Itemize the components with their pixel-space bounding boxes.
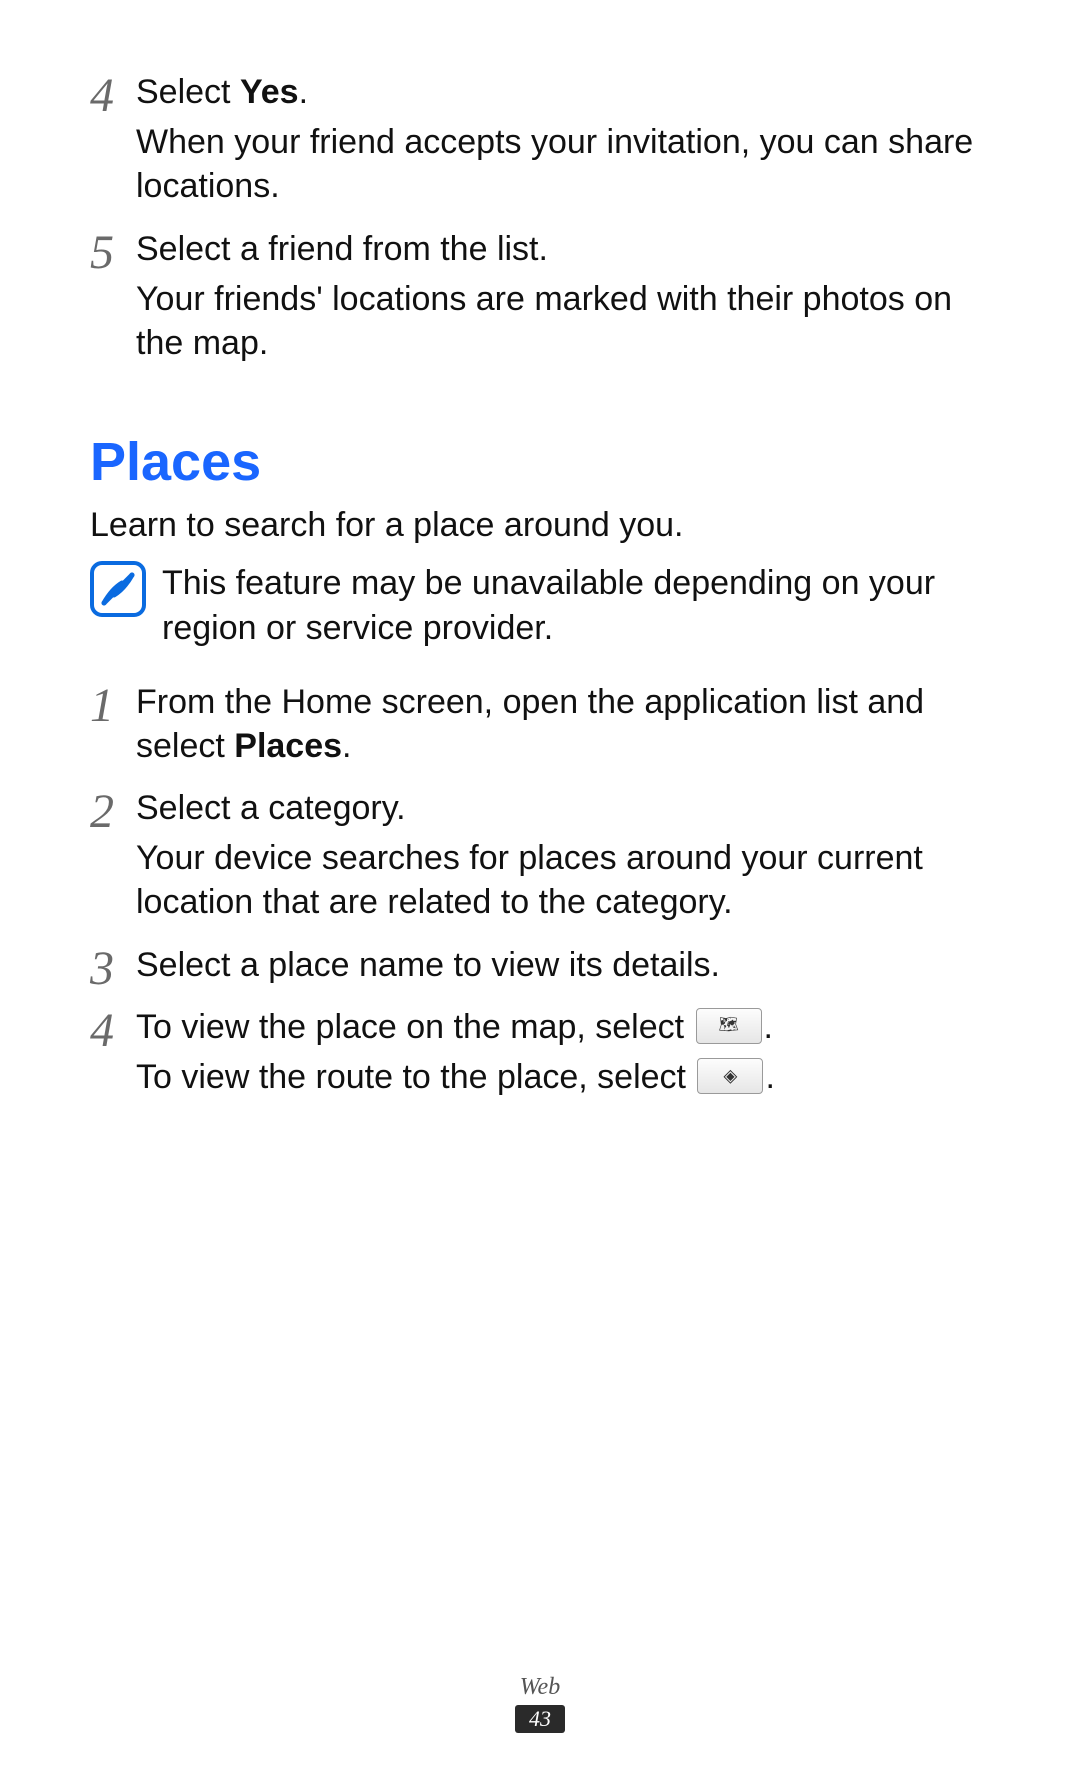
step-line: Your friends' locations are marked with … [136,277,990,365]
step: 5Select a friend from the list. Your frie… [90,227,990,372]
step: 2Select a category. Your device searches … [90,786,990,931]
step-text: Places [234,727,342,765]
step-line: To view the place on the map, select 🗺. [136,1005,990,1049]
step-text: Your friends' locations are marked with … [136,280,952,362]
info-note: This feature may be unavailable dependin… [90,561,990,649]
step-body: Select a category. Your device searches f… [136,786,990,931]
step-line: Select a category. [136,786,990,830]
step-line: Select a place name to view its details. [136,943,990,987]
footer-section: Web [0,1674,1080,1701]
step-text: . [764,1008,773,1046]
note-text: This feature may be unavailable dependin… [162,561,990,649]
step: 3Select a place name to view its details… [90,943,990,993]
step-body: Select Yes. When your friend accepts your… [136,70,990,215]
step-body: From the Home screen, open the applicati… [136,680,990,774]
step: 4Select Yes. When your friend accepts you… [90,70,990,215]
route-icon: ◈ [724,1067,738,1085]
route-icon-button: ◈ [697,1058,763,1094]
step-text: . [342,727,351,765]
step-number: 3 [90,943,136,993]
step-number: 2 [90,786,136,836]
step-line: Select a friend from the list. [136,227,990,271]
step-line: From the Home screen, open the applicati… [136,680,990,768]
step-line: To view the route to the place, select ◈… [136,1055,990,1099]
step-text: Select a place name to view its details. [136,946,720,984]
step-text: . [299,73,308,111]
step-line: Your device searches for places around y… [136,836,990,924]
step-text: Select [136,73,240,111]
step-line: Select Yes. [136,70,990,114]
section-intro: Learn to search for a place around you. [90,503,990,547]
step-text: When your friend accepts your invitation… [136,123,973,205]
step-body: Select a friend from the list. Your frien… [136,227,990,372]
map-icon-button: 🗺 [696,1008,762,1044]
step-number: 4 [90,1005,136,1055]
step-text: Select a friend from the list. [136,230,548,268]
map-icon: 🗺 [718,1018,738,1034]
step-line: When your friend accepts your invitation… [136,120,990,208]
step-number: 4 [90,70,136,120]
footer-page-number: 43 [515,1705,565,1733]
step-number: 5 [90,227,136,277]
step-text: Select a category. [136,789,406,827]
note-icon [90,561,146,617]
step-list-bottom: 1From the Home screen, open the applicat… [90,680,990,1106]
step-text: To view the route to the place, select [136,1058,695,1096]
step: 4To view the place on the map, select 🗺.… [90,1005,990,1105]
page-footer: Web 43 [0,1674,1080,1733]
step-text: Yes [240,73,299,111]
step-text: Your device searches for places around y… [136,839,923,921]
section-heading: Places [90,431,990,493]
step-text: . [765,1058,774,1096]
step-list-top: 4Select Yes. When your friend accepts you… [90,70,990,371]
step-number: 1 [90,680,136,730]
step-body: Select a place name to view its details. [136,943,990,993]
step: 1From the Home screen, open the applicat… [90,680,990,774]
step-text: To view the place on the map, select [136,1008,694,1046]
page: 4Select Yes.When your friend accepts you… [0,0,1080,1771]
step-body: To view the place on the map, select 🗺.T… [136,1005,990,1105]
